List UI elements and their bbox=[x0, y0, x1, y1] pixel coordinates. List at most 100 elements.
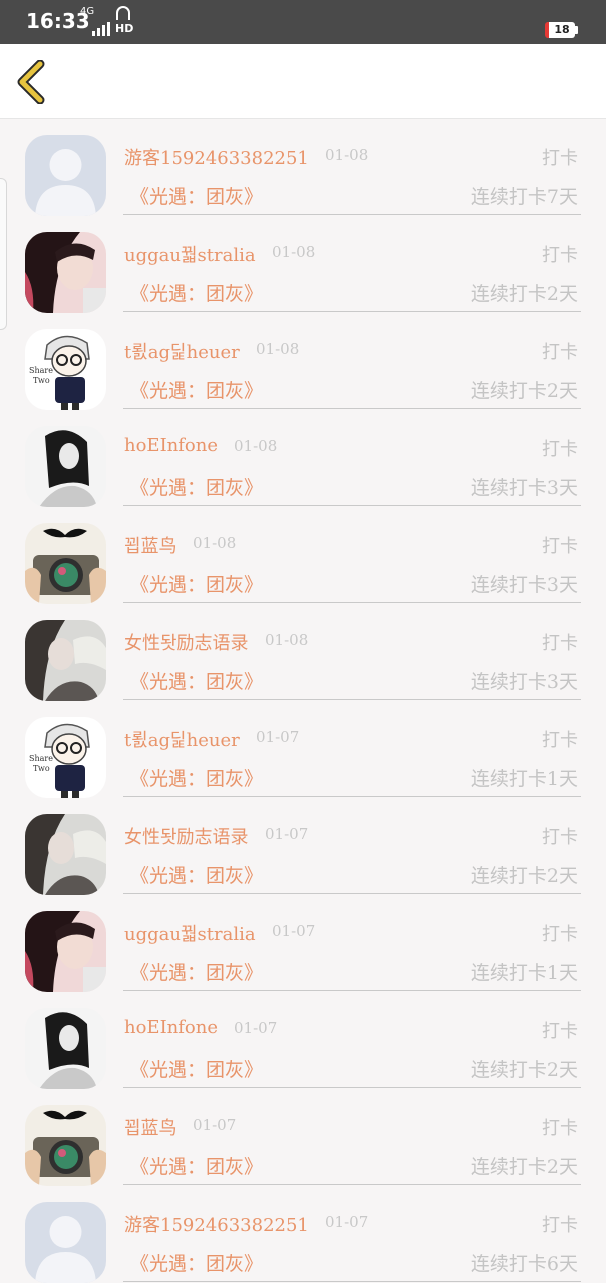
svg-text:Two: Two bbox=[33, 764, 50, 773]
user-name[interactable]: t뢼ag딡heuer bbox=[124, 338, 240, 364]
checkin-date: 01-07 bbox=[325, 1213, 369, 1231]
checkin-date: 01-08 bbox=[265, 631, 309, 649]
battery-tip bbox=[575, 26, 578, 34]
signal-icon bbox=[92, 20, 110, 36]
book-title[interactable]: 《光遇：团灰》 bbox=[130, 182, 263, 209]
streak-count: 连续打卡6天 bbox=[470, 1253, 578, 1275]
avatar[interactable] bbox=[25, 232, 106, 313]
streak-count: 连续打卡2天 bbox=[470, 283, 578, 305]
checkin-label: 打卡 bbox=[542, 827, 578, 848]
streak-count: 连续打卡7天 bbox=[470, 186, 578, 208]
status-bar: 16:33 4G HD 18 bbox=[0, 0, 606, 44]
list-item[interactable]: uggau꿟stralia 01-08 打卡《光遇：团灰》 连续打卡2天 bbox=[0, 215, 606, 313]
book-title[interactable]: 《光遇：团灰》 bbox=[130, 570, 263, 597]
item-detail-line: 《光遇：团灰》 连续打卡3天 bbox=[124, 667, 580, 693]
avatar[interactable] bbox=[25, 911, 106, 992]
wifi-icon bbox=[116, 6, 130, 20]
avatar[interactable] bbox=[25, 814, 106, 895]
chevron-left-icon bbox=[17, 59, 45, 105]
battery-icon: 18 bbox=[545, 22, 575, 38]
checkin-label: 打卡 bbox=[542, 633, 578, 654]
checkin-label: 打卡 bbox=[542, 342, 578, 363]
checkin-label: 打卡 bbox=[542, 924, 578, 945]
hd-indicator: HD bbox=[115, 22, 134, 35]
book-title[interactable]: 《光遇：团灰》 bbox=[130, 958, 263, 985]
svg-text:Two: Two bbox=[33, 376, 50, 385]
user-name[interactable]: uggau꿟stralia bbox=[124, 241, 256, 267]
list-item[interactable]: uggau꿟stralia 01-07 打卡 《光遇：团灰》 连续打卡1天 bbox=[0, 894, 606, 992]
book-title[interactable]: 《光遇：团灰》 bbox=[130, 861, 263, 888]
user-name[interactable]: 꾑蓝鸟 bbox=[124, 1114, 177, 1140]
item-header-line: 女性돳励志语录 01-07 打卡 bbox=[124, 823, 580, 849]
avatar[interactable] bbox=[25, 1202, 106, 1283]
book-title[interactable]: 《光遇：团灰》 bbox=[130, 667, 263, 694]
checkin-date: 01-08 bbox=[234, 437, 278, 455]
checkin-label: 打卡 bbox=[542, 245, 578, 266]
avatar[interactable]: Share Two bbox=[25, 717, 106, 798]
item-detail-line: 《光遇：团灰》 连续打卡2天 bbox=[124, 1055, 580, 1081]
top-bar bbox=[0, 44, 606, 119]
avatar[interactable] bbox=[25, 135, 106, 216]
user-name[interactable]: 游客1592463382251 bbox=[124, 1211, 309, 1237]
book-title[interactable]: 《光遇：团灰》 bbox=[130, 279, 263, 306]
streak-count: 连续打卡2天 bbox=[470, 380, 578, 402]
item-header-line: 꾑蓝鸟 01-07 打卡 bbox=[124, 1114, 580, 1140]
streak-count: 连续打卡2天 bbox=[470, 865, 578, 887]
svg-text:Share: Share bbox=[29, 754, 53, 763]
book-title[interactable]: 《光遇：团灰》 bbox=[130, 473, 263, 500]
list-item[interactable]: 女性돳励志语录 01-07 打卡《光遇：团灰》 连续打卡2天 bbox=[0, 797, 606, 895]
list-item[interactable]: 游客1592463382251 01-07 打卡 《光遇：团灰》 连续打卡6天 bbox=[0, 1185, 606, 1283]
item-header-line: hoEInfone 01-07 打卡 bbox=[124, 1017, 580, 1043]
list-item[interactable]: 女性돳励志语录 01-08 打卡《光遇：团灰》 连续打卡3天 bbox=[0, 603, 606, 701]
checkin-label: 打卡 bbox=[542, 536, 578, 557]
item-header-line: 游客1592463382251 01-08 打卡 bbox=[124, 144, 580, 170]
avatar[interactable] bbox=[25, 426, 106, 507]
book-title[interactable]: 《光遇：团灰》 bbox=[130, 764, 263, 791]
item-detail-line: 《光遇：团灰》 连续打卡6天 bbox=[124, 1249, 580, 1275]
item-header-line: uggau꿟stralia 01-07 打卡 bbox=[124, 920, 580, 946]
checkin-date: 01-07 bbox=[265, 825, 309, 843]
list-item[interactable]: 꾑蓝鸟 01-07 打卡《光遇：团灰》 连续打卡2天 bbox=[0, 1088, 606, 1186]
list-item[interactable]: Share Two t뢼ag딡heuer 01-08 打卡 《光遇：团灰》 连续打卡2天 bbox=[0, 312, 606, 410]
avatar[interactable] bbox=[25, 620, 106, 701]
list-item[interactable]: hoEInfone 01-07 打卡《光遇：团灰》 连续打卡2天 bbox=[0, 991, 606, 1089]
user-name[interactable]: hoEInfone bbox=[124, 435, 218, 456]
user-name[interactable]: 女性돳励志语录 bbox=[124, 629, 249, 655]
item-detail-line: 《光遇：团灰》 连续打卡2天 bbox=[124, 376, 580, 402]
item-header-line: uggau꿟stralia 01-08 打卡 bbox=[124, 241, 580, 267]
list-item[interactable]: 游客1592463382251 01-08 打卡《光遇：团灰》 连续打卡7天 bbox=[0, 118, 606, 216]
list-item[interactable]: Share Two t뢼ag딡heuer 01-07 打卡《光遇：团灰》 连续打卡1天 bbox=[0, 700, 606, 798]
checkin-date: 01-07 bbox=[193, 1116, 237, 1134]
user-name[interactable]: 游客1592463382251 bbox=[124, 144, 309, 170]
book-title[interactable]: 《光遇：团灰》 bbox=[130, 376, 263, 403]
checkin-label: 打卡 bbox=[542, 730, 578, 751]
avatar[interactable]: Share Two bbox=[25, 329, 106, 410]
user-name[interactable]: hoEInfone bbox=[124, 1017, 218, 1038]
avatar[interactable] bbox=[25, 523, 106, 604]
user-name[interactable]: t뢼ag딡heuer bbox=[124, 726, 240, 752]
item-detail-line: 《光遇：团灰》 连续打卡1天 bbox=[124, 764, 580, 790]
item-detail-line: 《光遇：团灰》 连续打卡3天 bbox=[124, 570, 580, 596]
avatar[interactable] bbox=[25, 1008, 106, 1089]
list-item[interactable]: 꾑蓝鸟 01-08 打卡 《光遇：团灰》 连续打卡3天 bbox=[0, 506, 606, 604]
list-item[interactable]: hoEInfone 01-08 打卡 《光遇：团灰》 连续打卡3天 bbox=[0, 409, 606, 507]
item-detail-line: 《光遇：团灰》 连续打卡3天 bbox=[124, 473, 580, 499]
book-title[interactable]: 《光遇：团灰》 bbox=[130, 1249, 263, 1276]
item-detail-line: 《光遇：团灰》 连续打卡2天 bbox=[124, 1152, 580, 1178]
streak-count: 连续打卡3天 bbox=[470, 477, 578, 499]
checkin-date: 01-07 bbox=[234, 1019, 278, 1037]
user-name[interactable]: uggau꿟stralia bbox=[124, 920, 256, 946]
book-title[interactable]: 《光遇：团灰》 bbox=[130, 1152, 263, 1179]
item-detail-line: 《光遇：团灰》 连续打卡7天 bbox=[124, 182, 580, 208]
user-name[interactable]: 女性돳励志语录 bbox=[124, 823, 249, 849]
streak-count: 连续打卡2天 bbox=[470, 1156, 578, 1178]
checkin-label: 打卡 bbox=[542, 1118, 578, 1139]
row-divider bbox=[123, 1281, 581, 1282]
checkin-date: 01-07 bbox=[272, 922, 316, 940]
checkin-date: 01-07 bbox=[256, 728, 300, 746]
checkin-label: 打卡 bbox=[542, 1021, 578, 1042]
avatar[interactable] bbox=[25, 1105, 106, 1186]
user-name[interactable]: 꾑蓝鸟 bbox=[124, 532, 177, 558]
book-title[interactable]: 《光遇：团灰》 bbox=[130, 1055, 263, 1082]
back-button[interactable] bbox=[14, 59, 54, 105]
